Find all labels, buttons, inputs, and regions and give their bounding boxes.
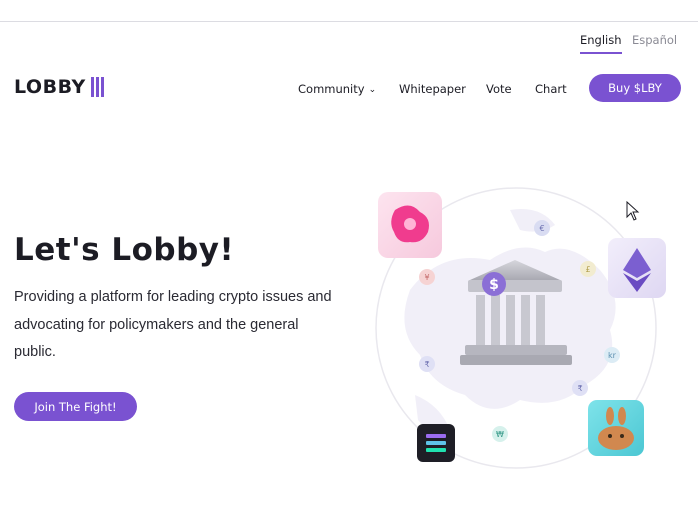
svg-text:kr: kr <box>608 351 617 360</box>
buy-lby-button[interactable]: Buy $LBY <box>589 74 681 102</box>
logo-text: LOBBY <box>14 76 86 98</box>
top-divider <box>0 21 698 22</box>
mouse-cursor-icon <box>626 201 640 221</box>
svg-text:$: $ <box>489 277 499 293</box>
nav-whitepaper[interactable]: Whitepaper <box>399 82 466 96</box>
language-english[interactable]: English <box>580 33 622 54</box>
pancakeswap-icon <box>588 400 644 456</box>
svg-text:₹: ₹ <box>577 384 582 393</box>
nav-chart[interactable]: Chart <box>535 82 567 96</box>
chevron-down-icon: ⌄ <box>368 85 377 95</box>
svg-text:₩: ₩ <box>496 430 504 439</box>
svg-text:¥: ¥ <box>424 273 429 282</box>
hero-illustration: $ € ¥ £ ₹ kr ₩ ₹ <box>375 187 666 469</box>
logo-bars-icon <box>90 77 104 97</box>
join-the-fight-button[interactable]: Join The Fight! <box>14 392 137 421</box>
solana-icon <box>417 424 455 462</box>
hero-title: Let's Lobby! <box>14 232 235 268</box>
svg-text:€: € <box>539 224 544 233</box>
nav-community-label: Community <box>298 82 365 96</box>
nav-vote[interactable]: Vote <box>486 82 512 96</box>
logo[interactable]: LOBBY <box>14 76 104 98</box>
svg-text:₹: ₹ <box>424 360 429 369</box>
language-spanish[interactable]: Español <box>632 33 677 47</box>
hero-subtitle: Providing a platform for leading crypto … <box>14 289 332 360</box>
nav-community[interactable]: Community ⌄ <box>298 82 376 96</box>
uniswap-icon <box>378 192 442 258</box>
svg-text:£: £ <box>585 265 590 274</box>
ethereum-icon <box>608 238 666 298</box>
